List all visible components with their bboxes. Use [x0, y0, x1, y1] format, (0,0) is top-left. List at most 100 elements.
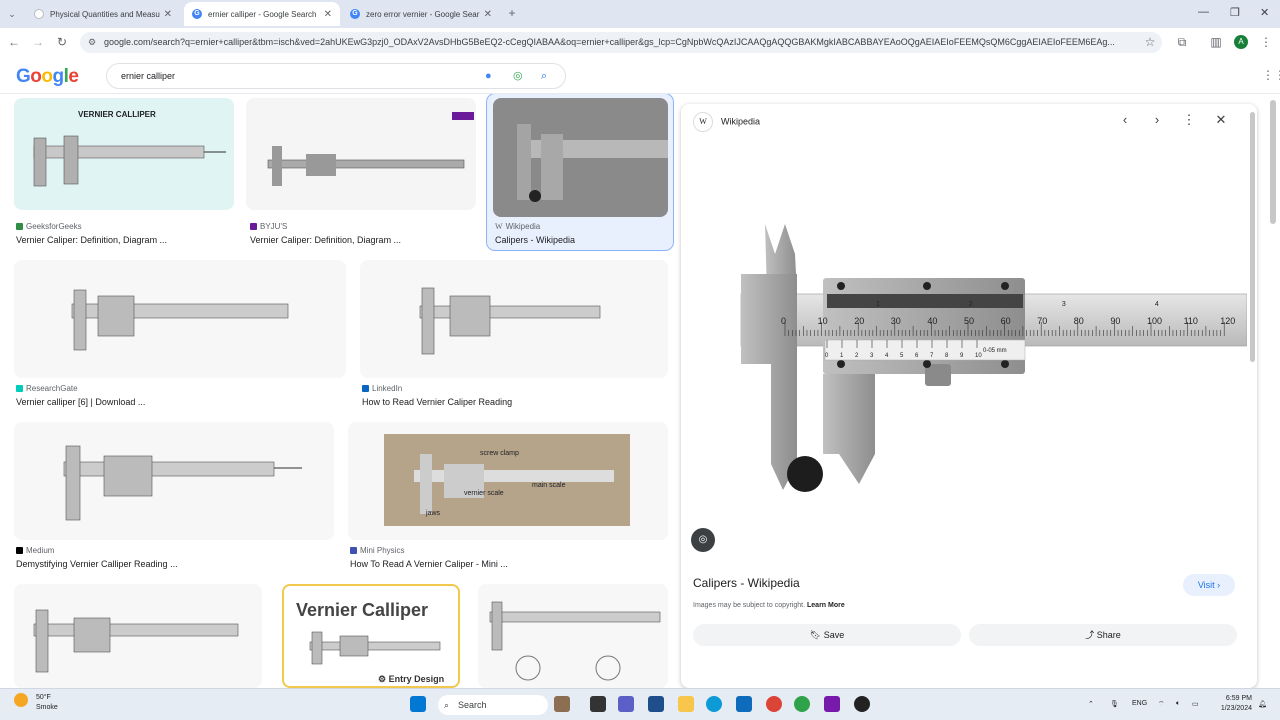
close-icon[interactable]: ✕: [1211, 112, 1231, 128]
language-indicator[interactable]: ENG: [1132, 700, 1147, 707]
menu-kebab-icon[interactable]: ⋮: [1258, 34, 1274, 50]
save-button[interactable]: 🔖︎ Save: [693, 624, 961, 646]
result-title[interactable]: Vernier Caliper: Definition, Diagram ...: [16, 235, 167, 245]
restore-icon[interactable]: ❐: [1230, 6, 1240, 19]
result-thumbnail[interactable]: [14, 422, 334, 540]
taskbar-search[interactable]: ⌕ Search: [438, 695, 548, 715]
linkedin-icon: [362, 385, 369, 392]
lens-search-icon[interactable]: ◎: [691, 528, 715, 552]
result-thumbnail[interactable]: [246, 98, 476, 210]
result-card-miniphysics[interactable]: screw clamp main scale vernier scale jaw…: [348, 422, 670, 572]
result-card-wikipedia-selected[interactable]: W Wikipedia Calipers - Wikipedia: [486, 94, 674, 251]
result-card-linkedin[interactable]: LinkedIn How to Read Vernier Caliper Rea…: [360, 260, 670, 410]
panel-source[interactable]: W Wikipedia: [693, 112, 760, 132]
new-tab-icon[interactable]: +: [504, 5, 520, 21]
result-thumbnail[interactable]: [360, 260, 668, 378]
chrome-icon[interactable]: [766, 696, 782, 712]
search-input[interactable]: ernier calliper ● ◎ ⌕: [106, 63, 566, 89]
tab-google-search-active[interactable]: G ernier calliper - Google Search ✕: [184, 2, 340, 26]
tab-physical-quantities[interactable]: Physical Quantities and Measu ✕: [26, 2, 180, 26]
result-title[interactable]: Demystifying Vernier Calliper Reading ..…: [16, 559, 178, 569]
weather-widget[interactable]: 50°F Smoke: [14, 693, 58, 713]
reload-icon[interactable]: ↻: [54, 34, 70, 50]
lens-icon[interactable]: ◎: [513, 64, 523, 88]
result-thumbnail[interactable]: VERNIER CALLIPER: [14, 98, 234, 210]
source-text: GeeksforGeeks: [26, 222, 82, 231]
file-explorer-icon[interactable]: [678, 696, 694, 712]
green-app-icon[interactable]: [794, 696, 810, 712]
side-panel-icon[interactable]: ▥: [1208, 34, 1224, 50]
address-bar[interactable]: ⚙ google.com/search?q=ernier+calliper&tb…: [80, 32, 1162, 53]
battery-icon[interactable]: ▭: [1192, 700, 1199, 708]
close-icon[interactable]: ✕: [164, 9, 172, 20]
learn-more-link[interactable]: Learn More: [807, 602, 845, 609]
result-thumbnail[interactable]: [14, 584, 262, 688]
result-card-byjus[interactable]: BYJU'S Vernier Caliper: Definition, Diag…: [246, 98, 478, 248]
extensions-icon[interactable]: ⧉: [1174, 34, 1190, 50]
close-window-icon[interactable]: ✕: [1260, 6, 1269, 19]
clock[interactable]: 6:59 PM 1/23/2024: [1206, 694, 1252, 714]
result-thumbnail[interactable]: [478, 584, 668, 688]
result-thumbnail[interactable]: [493, 98, 668, 217]
store-icon[interactable]: [648, 696, 664, 712]
result-title[interactable]: Vernier Caliper: Definition, Diagram ...: [250, 235, 401, 245]
close-icon[interactable]: ✕: [484, 9, 492, 20]
minimize-icon[interactable]: —: [1198, 6, 1209, 18]
panel-title[interactable]: Calipers - Wikipedia: [693, 576, 800, 590]
mail-icon[interactable]: [736, 696, 752, 712]
apps-grid-icon[interactable]: ⋮⋮: [1262, 68, 1280, 82]
microphone-icon[interactable]: ●: [485, 64, 492, 88]
prev-icon[interactable]: ‹: [1115, 112, 1135, 127]
widgets-icon[interactable]: [554, 696, 570, 712]
visit-button[interactable]: Visit ›: [1183, 574, 1235, 596]
forward-icon[interactable]: →: [30, 34, 46, 50]
result-source: Medium: [16, 546, 54, 555]
page-scrollbar[interactable]: [1270, 100, 1276, 224]
result-card-geeksforgeeks[interactable]: VERNIER CALLIPER GeeksforGeeks Vernier C…: [14, 98, 236, 248]
result-thumbnail[interactable]: [14, 260, 346, 378]
main-tick-label: 90: [1110, 316, 1120, 326]
google-logo[interactable]: Google: [16, 66, 79, 88]
result-card-row4-1[interactable]: [14, 584, 264, 688]
profile-avatar[interactable]: A: [1234, 35, 1248, 49]
result-thumbnail[interactable]: Vernier Calliper ⚙ Entry Design: [282, 584, 460, 688]
windows-start-icon[interactable]: [410, 696, 426, 712]
next-icon[interactable]: ›: [1147, 112, 1167, 127]
tab-zero-error[interactable]: G zero error vernier - Google Sear ✕: [342, 2, 500, 26]
caliper-photo: [517, 124, 668, 202]
thumb-heading: VERNIER CALLIPER: [78, 110, 156, 119]
onenote-icon[interactable]: [824, 696, 840, 712]
result-title[interactable]: How to Read Vernier Caliper Reading: [362, 397, 512, 407]
back-icon[interactable]: ←: [6, 34, 22, 50]
result-title[interactable]: Vernier calliper [6] | Download ...: [16, 397, 145, 407]
chat-icon[interactable]: [618, 696, 634, 712]
result-title[interactable]: How To Read A Vernier Caliper - Mini ...: [350, 559, 508, 569]
result-title[interactable]: Calipers - Wikipedia: [495, 235, 575, 245]
bookmark-star-icon[interactable]: ☆: [1142, 34, 1158, 50]
caliper-image[interactable]: 0 10 20 30 40 50 60 70 80 90 100 110 120 1234 012345…: [727, 214, 1247, 514]
result-card-row4-3[interactable]: [478, 584, 670, 688]
tray-chevron-icon[interactable]: ⌃: [1088, 700, 1094, 708]
share-button[interactable]: ⤴ Share: [969, 624, 1237, 646]
image-preview-panel: W Wikipedia ‹ › ⋮ ✕ 0 10 20 30 40 50 60 70 80 90 10…: [681, 104, 1257, 688]
site-info-icon[interactable]: ⚙: [88, 32, 96, 53]
more-options-icon[interactable]: ⋮: [1179, 112, 1199, 128]
wifi-icon[interactable]: ⌔: [1158, 700, 1165, 709]
search-icon[interactable]: ⌕: [541, 64, 547, 88]
result-thumbnail[interactable]: screw clamp main scale vernier scale jaw…: [348, 422, 668, 540]
volume-icon[interactable]: 🔈︎: [1176, 700, 1180, 708]
edge-icon[interactable]: [706, 696, 722, 712]
vernier-diagram: [489, 601, 661, 681]
notification-bell-icon[interactable]: 🔔︎: [1258, 700, 1267, 708]
tab-search-icon[interactable]: ⌄: [4, 6, 20, 22]
task-view-icon[interactable]: [590, 696, 606, 712]
panel-scrollbar[interactable]: [1250, 112, 1255, 362]
result-card-entrydesign[interactable]: Vernier Calliper ⚙ Entry Design: [282, 584, 460, 688]
close-icon[interactable]: ✕: [324, 9, 332, 20]
screw: [837, 282, 845, 290]
result-card-medium[interactable]: Medium Demystifying Vernier Calliper Rea…: [14, 422, 336, 572]
logo-letter: o: [30, 66, 42, 87]
result-card-researchgate[interactable]: ResearchGate Vernier calliper [6] | Down…: [14, 260, 348, 410]
app-icon[interactable]: [854, 696, 870, 712]
microphone-icon[interactable]: 🎙︎: [1110, 700, 1119, 708]
